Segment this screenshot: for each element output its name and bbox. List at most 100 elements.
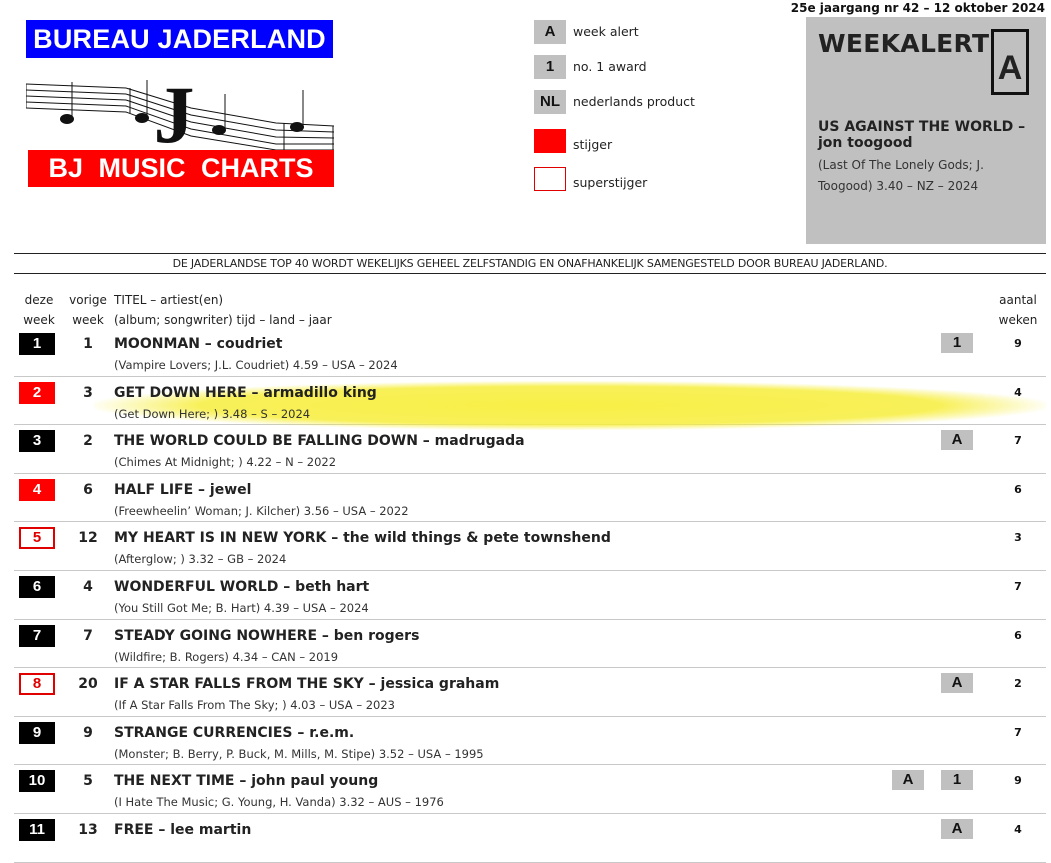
previous-position: 4 xyxy=(83,578,93,595)
song-meta: (Afterglow; ) 3.32 – GB – 2024 xyxy=(114,552,287,567)
notice-text: DE JADERLANDSE TOP 40 WORDT WEKELIJKS GE… xyxy=(172,257,888,270)
chart-row[interactable]: 7 7 STEADY GOING NOWHERE – ben rogers (Wild… xyxy=(14,620,1046,669)
music-staff-icon: J xyxy=(26,69,334,150)
chart-row[interactable]: 6 4 WONDERFUL WORLD – beth hart (You Still … xyxy=(14,571,1046,620)
position-badge: 10 xyxy=(19,770,55,793)
previous-position: 6 xyxy=(83,481,93,498)
chart-row[interactable]: 8 20 IF A STAR FALLS FROM THE SKY – jessic… xyxy=(14,668,1046,717)
legend-label: nederlands product xyxy=(573,94,695,109)
no1-award-badge: 1 xyxy=(941,770,973,791)
song-meta: (Wildfire; B. Rogers) 4.34 – CAN – 2019 xyxy=(114,649,339,664)
position-badge: 7 xyxy=(19,624,55,647)
weeks-count: 4 xyxy=(1014,385,1022,399)
weeks-count: 7 xyxy=(1014,579,1022,593)
week-alert-badge: A xyxy=(941,673,973,694)
legend-label: week alert xyxy=(573,24,639,39)
weeks-count: 9 xyxy=(1014,774,1022,788)
song-title[interactable]: MOONMAN – coudriet xyxy=(114,333,282,355)
logo-subtitle: BJ MUSIC CHARTS xyxy=(28,150,334,187)
song-meta: (If A Star Falls From The Sky; ) 4.03 – … xyxy=(114,698,395,713)
legend-label: superstijger xyxy=(573,175,648,190)
weeks-count: 6 xyxy=(1014,482,1022,496)
song-title[interactable]: MY HEART IS IN NEW YORK – the wild thing… xyxy=(114,527,611,549)
previous-position: 2 xyxy=(83,433,93,450)
song-title[interactable]: THE NEXT TIME – john paul young xyxy=(114,770,378,792)
song-title[interactable]: GET DOWN HERE – armadillo king xyxy=(114,382,377,404)
weekalert-title: WEEKALERT xyxy=(818,29,990,58)
song-meta: (Vampire Lovers; J.L. Coudriet) 4.59 – U… xyxy=(114,358,398,372)
chart-row[interactable]: 5 12 MY HEART IS IN NEW YORK – the wild th… xyxy=(14,522,1046,571)
chart-row[interactable]: 9 9 STRANGE CURRENCIES – r.e.m. (Monster; B… xyxy=(14,717,1046,766)
week-alert-badge: A xyxy=(941,430,973,451)
position-badge: 3 xyxy=(19,430,55,453)
alert-letter-icon: A xyxy=(997,49,1023,87)
song-meta: (Freewheelin’ Woman; J. Kilcher) 3.56 – … xyxy=(114,503,409,518)
chart-row[interactable]: 11 13 FREE – lee martin A 4 xyxy=(14,814,1046,863)
issue-info: 25e jaargang nr 42 – 12 oktober 2024 xyxy=(790,1,1045,15)
weeks-count: 9 xyxy=(1014,337,1022,350)
previous-position: 5 xyxy=(83,773,93,790)
logo-j: J xyxy=(154,69,195,150)
position-badge: 5 xyxy=(19,527,55,550)
week-alert-badge-icon: A xyxy=(534,20,566,44)
song-meta: (Chimes At Midnight; ) 4.22 – N – 2022 xyxy=(114,455,337,470)
chart-list: 1 1 MOONMAN – coudriet (Vampire Lovers; J.L… xyxy=(14,328,1046,863)
position-badge: 1 xyxy=(19,333,55,355)
song-meta: (Monster; B. Berry, P. Buck, M. Mills, M… xyxy=(114,746,484,761)
logo-title: BUREAU JADERLAND xyxy=(26,20,333,58)
chart-row[interactable]: 1 1 MOONMAN – coudriet (Vampire Lovers; J.L… xyxy=(14,328,1046,377)
header-prev-week: vorige week xyxy=(69,293,107,327)
position-badge: 6 xyxy=(19,575,55,598)
header-weeks: aantal weken xyxy=(998,293,1038,327)
weeks-count: 4 xyxy=(1014,822,1022,836)
chart-row[interactable]: 2 3 GET DOWN HERE – armadillo king (Get Dow… xyxy=(14,377,1046,430)
weeks-count: 2 xyxy=(1014,677,1022,691)
weekalert-panel[interactable]: WEEKALERT A US AGAINST THE WORLD – jon t… xyxy=(806,17,1046,244)
previous-position: 20 xyxy=(78,676,98,693)
header-this-week: deze week xyxy=(23,293,55,327)
superstijger-swatch-icon xyxy=(534,167,566,191)
position-badge: 9 xyxy=(19,721,55,744)
position-badge: 2 xyxy=(19,381,55,404)
previous-position: 12 xyxy=(78,530,98,547)
week-alert-badge: A xyxy=(892,770,924,791)
weeks-count: 7 xyxy=(1014,725,1022,739)
song-title[interactable]: THE WORLD COULD BE FALLING DOWN – madrug… xyxy=(114,430,525,452)
song-title[interactable]: STEADY GOING NOWHERE – ben rogers xyxy=(114,625,419,647)
chart-row[interactable]: 10 5 THE NEXT TIME – john paul young (I Hat… xyxy=(14,765,1046,814)
position-badge: 4 xyxy=(19,478,55,501)
song-title[interactable]: STRANGE CURRENCIES – r.e.m. xyxy=(114,722,354,744)
weeks-count: 6 xyxy=(1014,628,1022,642)
no1-award-badge-icon: 1 xyxy=(534,55,566,79)
previous-position: 1 xyxy=(83,336,93,352)
weekalert-song[interactable]: US AGAINST THE WORLD – jon toogood xyxy=(818,119,1038,151)
previous-position: 13 xyxy=(78,821,98,838)
divider xyxy=(14,273,1046,274)
weeks-count: 3 xyxy=(1014,531,1022,545)
previous-position: 3 xyxy=(83,384,93,401)
legend-label: no. 1 award xyxy=(573,59,647,74)
stijger-swatch-icon xyxy=(534,129,566,153)
song-title[interactable]: FREE – lee martin xyxy=(114,819,251,841)
song-title[interactable]: WONDERFUL WORLD – beth hart xyxy=(114,576,369,598)
no1-award-badge: 1 xyxy=(941,333,973,353)
song-meta: (You Still Got Me; B. Hart) 4.39 – USA –… xyxy=(114,600,369,615)
header-title: TITEL – artiest(en) (album; songwriter) … xyxy=(114,293,332,327)
song-title[interactable]: HALF LIFE – jewel xyxy=(114,479,251,501)
legend-label: stijger xyxy=(573,137,613,152)
weekalert-meta: (Last Of The Lonely Gods; J. Toogood) 3.… xyxy=(818,158,984,193)
weeks-count: 7 xyxy=(1014,434,1022,448)
weekalert-badge: A xyxy=(991,29,1029,95)
nl-badge-icon: NL xyxy=(534,90,566,114)
song-title[interactable]: IF A STAR FALLS FROM THE SKY – jessica g… xyxy=(114,673,499,695)
previous-position: 9 xyxy=(83,724,93,741)
chart-row[interactable]: 3 2 THE WORLD COULD BE FALLING DOWN – madr… xyxy=(14,425,1046,474)
logo[interactable]: BUREAU JADERLAND J BJ MUSIC CHARTS xyxy=(26,20,334,188)
position-badge: 11 xyxy=(19,818,55,841)
song-meta: (Get Down Here; ) 3.48 – S – 2024 xyxy=(114,406,311,421)
song-meta: (I Hate The Music; G. Young, H. Vanda) 3… xyxy=(114,795,444,810)
chart-row[interactable]: 4 6 HALF LIFE – jewel (Freewheelin’ Woman; … xyxy=(14,474,1046,523)
previous-position: 7 xyxy=(83,627,93,644)
week-alert-badge: A xyxy=(941,818,973,839)
divider xyxy=(14,253,1046,254)
